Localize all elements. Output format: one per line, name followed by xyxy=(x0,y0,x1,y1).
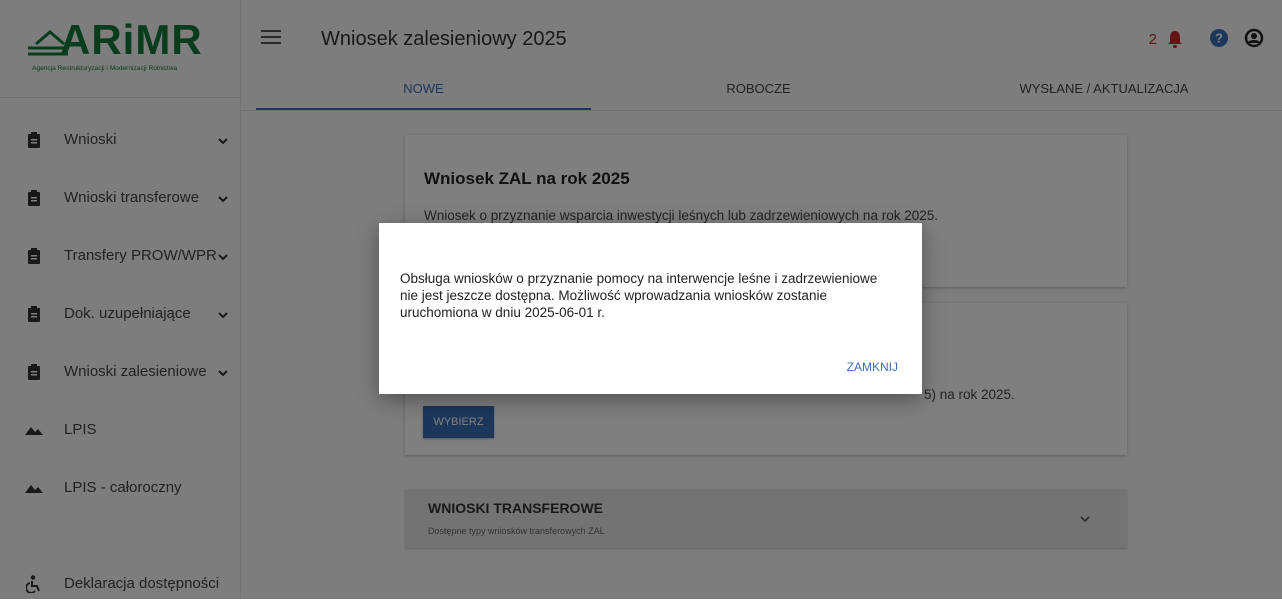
info-dialog: Obsługa wniosków o przyznanie pomocy na … xyxy=(379,223,922,394)
dialog-message: Obsługa wniosków o przyznanie pomocy na … xyxy=(400,271,878,320)
close-button[interactable]: ZAMKNIJ xyxy=(841,359,904,375)
